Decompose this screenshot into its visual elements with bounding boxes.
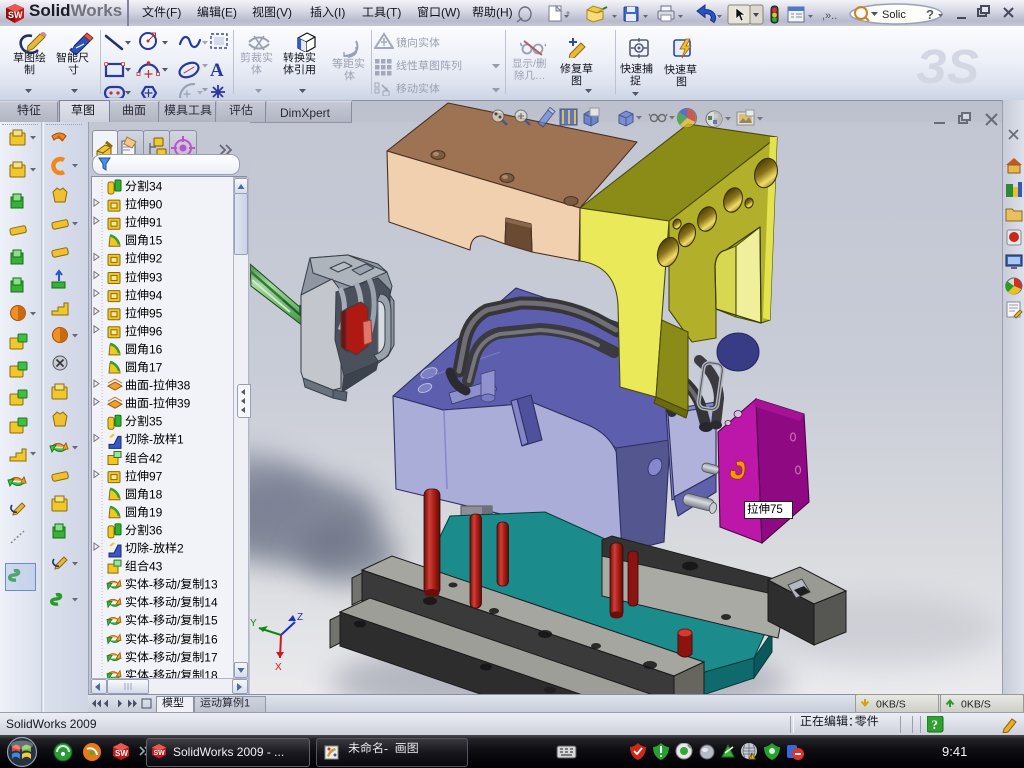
- svg-text:75: 75: [770, 504, 783, 516]
- svg-text:-: -: [384, 742, 388, 755]
- svg-text:SW: SW: [154, 750, 166, 757]
- svg-text:0KB/S: 0KB/S: [961, 699, 991, 711]
- svg-text:Z: Z: [297, 612, 303, 623]
- svg-text:SW: SW: [115, 749, 128, 758]
- svg-text:X: X: [275, 662, 282, 673]
- svg-text:Y: Y: [250, 618, 257, 629]
- svg-text:1: 1: [244, 697, 250, 709]
- svg-text:?: ?: [932, 717, 939, 732]
- svg-text:0KB/S: 0KB/S: [876, 699, 906, 711]
